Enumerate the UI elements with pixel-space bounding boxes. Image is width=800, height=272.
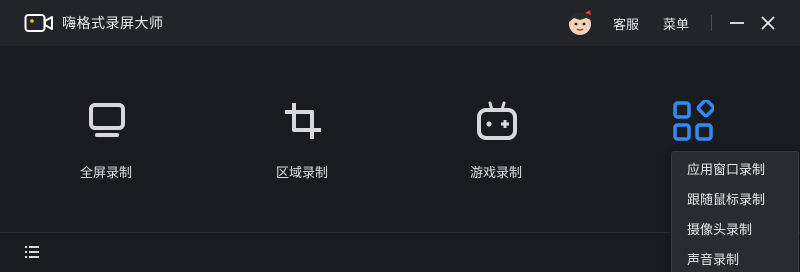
title-bar: 嗨格式录屏大师 客服 菜单 <box>0 0 800 46</box>
menu-item-audio[interactable]: 声音录制 <box>672 246 798 272</box>
avatar[interactable] <box>566 9 594 37</box>
mode-region-label: 区域录制 <box>275 166 328 181</box>
customer-service-link[interactable]: 客服 <box>613 14 639 33</box>
apps-grid-icon <box>673 100 714 141</box>
minimize-icon[interactable] <box>727 13 747 33</box>
gamepad-icon <box>477 101 517 140</box>
mode-fullscreen-button[interactable]: 全屏录制 <box>46 100 166 190</box>
crop-icon <box>285 103 321 139</box>
close-icon[interactable] <box>758 13 778 33</box>
mode-fullscreen-label: 全屏录制 <box>79 166 132 181</box>
titlebar-divider <box>711 15 712 31</box>
menu-item-app-window[interactable]: 应用窗口录制 <box>672 156 798 186</box>
menu-link[interactable]: 菜单 <box>663 14 689 33</box>
monitor-icon <box>89 103 125 137</box>
app-title: 嗨格式录屏大师 <box>62 16 164 32</box>
video-camera-logo-icon <box>24 14 53 32</box>
list-icon[interactable] <box>24 244 40 260</box>
mode-region-button[interactable]: 区域录制 <box>242 100 362 190</box>
more-modes-dropdown: 应用窗口录制 跟随鼠标录制 摄像头录制 声音录制 <box>671 151 799 272</box>
mode-game-button[interactable]: 游戏录制 <box>436 100 556 190</box>
menu-item-camera[interactable]: 摄像头录制 <box>672 216 798 246</box>
mode-game-label: 游戏录制 <box>469 166 522 181</box>
menu-item-follow-mouse[interactable]: 跟随鼠标录制 <box>672 186 798 216</box>
